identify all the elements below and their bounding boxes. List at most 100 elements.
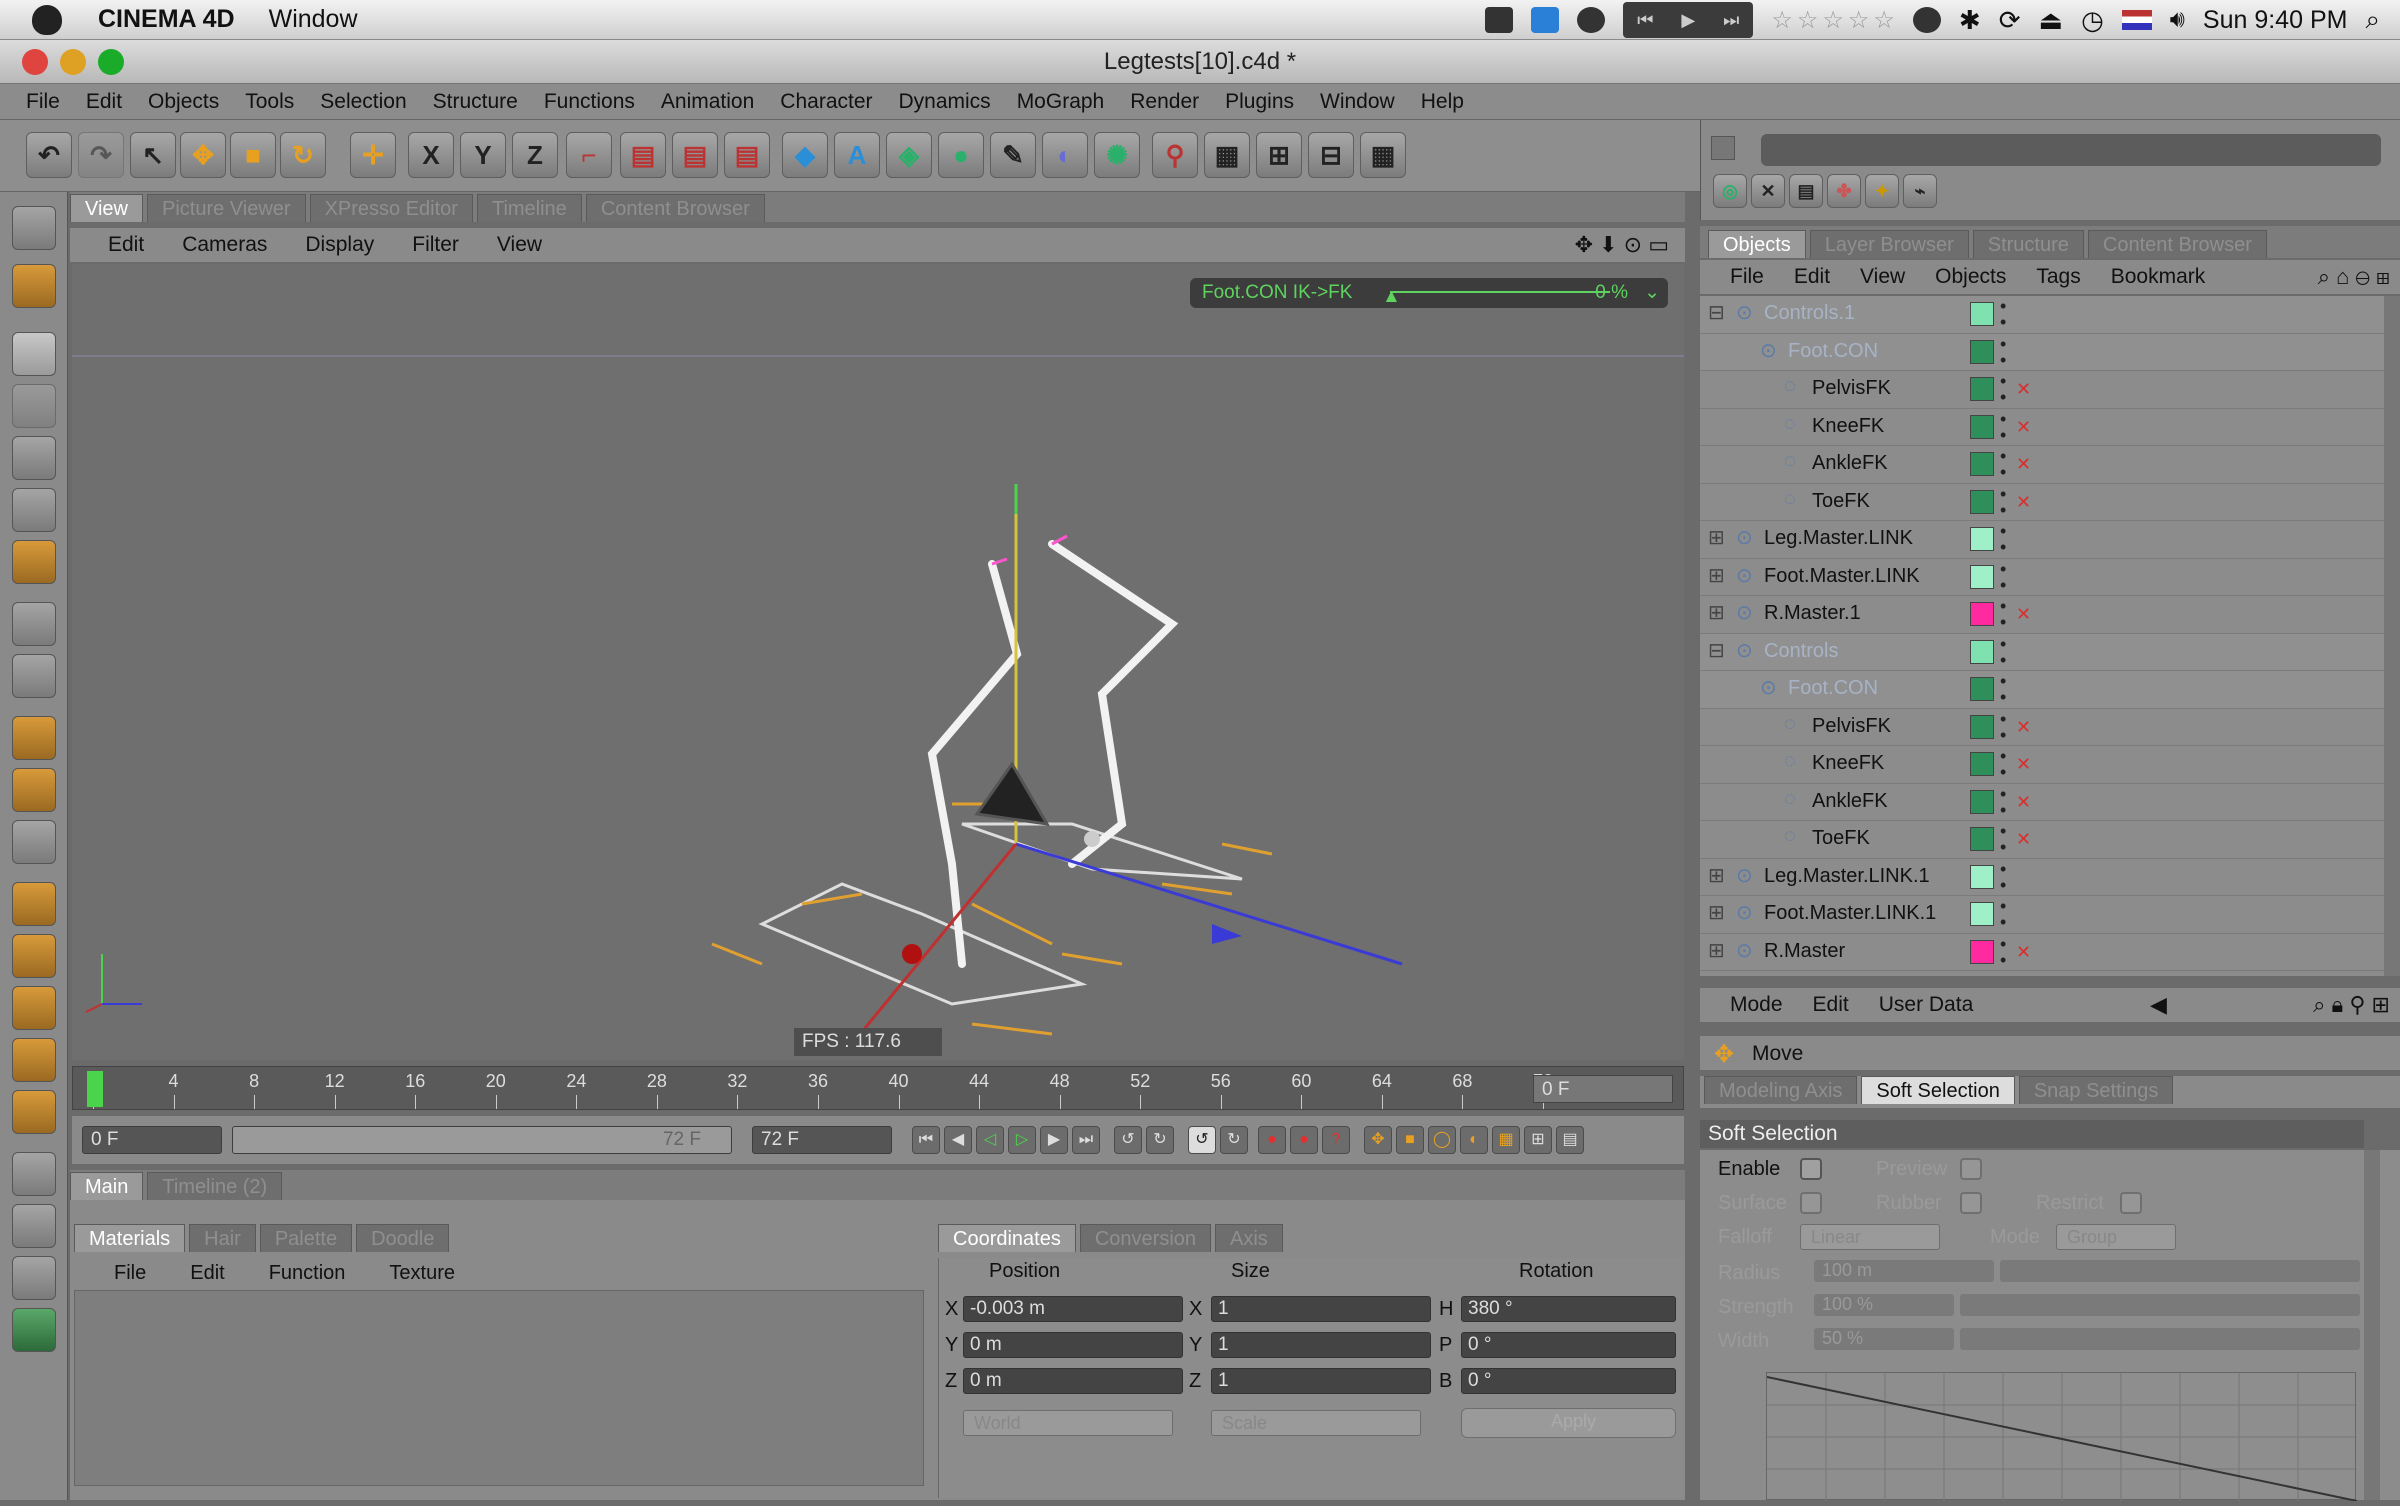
visibility-dots-icon[interactable]: • • — [2000, 822, 2006, 856]
world-dropdown[interactable]: World — [963, 1410, 1173, 1436]
go-to-end-icon[interactable]: ⏭ — [1072, 1126, 1100, 1154]
rotation-p-field[interactable]: 0 ° — [1461, 1332, 1676, 1358]
object-row[interactable]: ⊟ ⊙ Controls.1 • • — [1700, 296, 2384, 334]
view-menu-cameras[interactable]: Cameras — [182, 233, 267, 257]
points-mode-icon[interactable] — [12, 436, 56, 480]
skype-icon[interactable] — [1912, 7, 1941, 33]
menu-functions[interactable]: Functions — [544, 90, 635, 114]
expand-icon[interactable]: ⊞ — [1708, 525, 1725, 550]
tab-timeline[interactable]: Timeline — [476, 194, 582, 222]
menu-objects[interactable]: Objects — [148, 90, 219, 114]
tab-objects[interactable]: Objects — [1708, 230, 1806, 258]
menu-file[interactable]: File — [26, 90, 60, 114]
layer-icon[interactable]: ◎ — [1713, 174, 1747, 208]
object-name[interactable]: Foot.Master.LINK — [1764, 565, 1920, 588]
visibility-dots-icon[interactable]: • • — [2000, 935, 2006, 969]
expand-icon[interactable]: ⊞ — [1708, 600, 1725, 625]
rings-icon[interactable] — [12, 1204, 56, 1248]
undo-icon[interactable]: ↶ — [26, 132, 72, 178]
grid-icon[interactable]: ▦ — [1360, 132, 1406, 178]
object-row[interactable]: ◌ ToeFK • • ✕ — [1700, 821, 2384, 859]
falloff-graph[interactable] — [1766, 1372, 2358, 1502]
render-settings-icon[interactable]: ▤ — [724, 132, 770, 178]
objects-menu-edit[interactable]: Edit — [1794, 265, 1830, 289]
object-name[interactable]: PelvisFK — [1812, 715, 1891, 738]
attributes-search-icon[interactable]: ⌕ 🔒︎ ⚲ ⊞ — [2313, 992, 2390, 1018]
attributes-menu-user-data[interactable]: User Data — [1879, 993, 1974, 1017]
view-menu-view[interactable]: View — [497, 233, 542, 257]
object-row[interactable]: ◌ KneeFK • • ✕ — [1700, 409, 2384, 446]
object-row[interactable]: ◌ KneeFK • • ✕ — [1700, 746, 2384, 784]
object-name[interactable]: KneeFK — [1812, 415, 1884, 438]
menu-animation[interactable]: Animation — [661, 90, 754, 114]
visibility-dots-icon[interactable]: • • — [2000, 410, 2006, 444]
materials-list[interactable] — [74, 1290, 924, 1486]
expand-icon[interactable]: ⊞ — [1708, 938, 1725, 963]
object-row[interactable]: ⊞ ⊙ Foot.Master.LINK.1 • • — [1700, 896, 2384, 934]
attributes-menu-edit[interactable]: Edit — [1813, 993, 1849, 1017]
loop-icon[interactable] — [12, 1308, 56, 1352]
object-row[interactable]: ⊞ ⊙ Leg.Master.LINK.1 • • — [1700, 859, 2384, 896]
scene-icon[interactable]: ◐ — [1042, 132, 1088, 178]
workplane-icon[interactable]: ⊟ — [1308, 132, 1354, 178]
falloff-dropdown[interactable]: Linear — [1800, 1224, 1940, 1250]
interpolation-icon[interactable]: ⊞ — [1524, 1126, 1552, 1154]
play-backward-icon[interactable]: ◁ — [976, 1126, 1004, 1154]
menu-window[interactable]: Window — [1320, 90, 1395, 114]
key-scale-icon[interactable]: ■ — [1396, 1126, 1424, 1154]
window-menu[interactable]: Window — [269, 5, 358, 34]
size-z-field[interactable]: 1 — [1211, 1368, 1431, 1394]
object-name[interactable]: AnkleFK — [1812, 790, 1888, 813]
autokey-icon[interactable]: ● — [1290, 1126, 1318, 1154]
start-frame-field[interactable]: 0 F — [82, 1126, 222, 1154]
zoom-window-button[interactable] — [98, 49, 124, 75]
minimize-window-button[interactable] — [60, 49, 86, 75]
collapse-icon[interactable]: ⊟ — [1708, 300, 1725, 325]
disabled-x-icon[interactable]: ✕ — [2016, 942, 2031, 963]
expand-icon[interactable]: ⊞ — [1708, 563, 1725, 588]
visibility-dots-icon[interactable]: • • — [2000, 710, 2006, 744]
layer-color-swatch[interactable] — [1970, 789, 1994, 814]
layer-color-swatch[interactable] — [1970, 639, 1994, 664]
key-pla-icon[interactable]: ▦ — [1492, 1126, 1520, 1154]
record-key-icon[interactable]: ● — [1258, 1126, 1286, 1154]
layer-color-swatch[interactable] — [1970, 377, 1994, 401]
close-window-button[interactable] — [22, 49, 48, 75]
attributes-menu-mode[interactable]: Mode — [1730, 993, 1783, 1017]
go-to-start-icon[interactable]: ⏮ — [912, 1126, 940, 1154]
menu-structure[interactable]: Structure — [433, 90, 518, 114]
key-rotation-icon[interactable]: ◯ — [1428, 1126, 1456, 1154]
object-row[interactable]: ◌ PelvisFK • • ✕ — [1700, 709, 2384, 746]
visibility-dots-icon[interactable]: • • — [2000, 897, 2006, 931]
apple-icon[interactable] — [32, 4, 62, 35]
layer-color-swatch[interactable] — [1970, 939, 1994, 964]
fish-icon[interactable] — [12, 1090, 56, 1134]
coordinate-system-icon[interactable]: ✛ — [350, 132, 396, 178]
layer-color-swatch[interactable] — [1970, 864, 1994, 889]
clock-icon[interactable]: ◷ — [2081, 5, 2104, 36]
wave-icon[interactable] — [12, 1256, 56, 1300]
sync-icon[interactable] — [1577, 7, 1606, 33]
film-icon[interactable] — [12, 934, 56, 978]
light-icon[interactable]: ✺ — [1094, 132, 1140, 178]
layer-color-swatch[interactable] — [1970, 602, 1994, 626]
render-picture-viewer-icon[interactable]: ▤ — [672, 132, 718, 178]
character-icon[interactable]: ✤ — [1827, 174, 1861, 208]
mode-dropdown[interactable]: Group — [2056, 1224, 2176, 1250]
visibility-dots-icon[interactable]: • • — [2000, 297, 2006, 331]
range-slider[interactable]: 72 F — [232, 1126, 732, 1154]
tab-content-browser-right[interactable]: Content Browser — [2087, 230, 2267, 258]
visibility-dots-icon[interactable]: • • — [2000, 447, 2006, 481]
itunes-controls[interactable]: ⏮ ▶ ⏭ — [1623, 2, 1754, 38]
tab-axis[interactable]: Axis — [1215, 1224, 1283, 1252]
materials-menu-file[interactable]: File — [114, 1262, 146, 1285]
object-name[interactable]: ToeFK — [1812, 827, 1870, 850]
finder-icon[interactable] — [1531, 7, 1560, 33]
cup-icon[interactable] — [12, 986, 56, 1030]
menu-edit[interactable]: Edit — [86, 90, 122, 114]
visibility-dots-icon[interactable]: • • — [2000, 785, 2006, 819]
tab-conversion[interactable]: Conversion — [1079, 1224, 1212, 1252]
object-name[interactable]: AnkleFK — [1812, 452, 1888, 475]
array-icon[interactable]: ● — [938, 132, 984, 178]
objects-menu-bookmark[interactable]: Bookmark — [2111, 265, 2206, 289]
